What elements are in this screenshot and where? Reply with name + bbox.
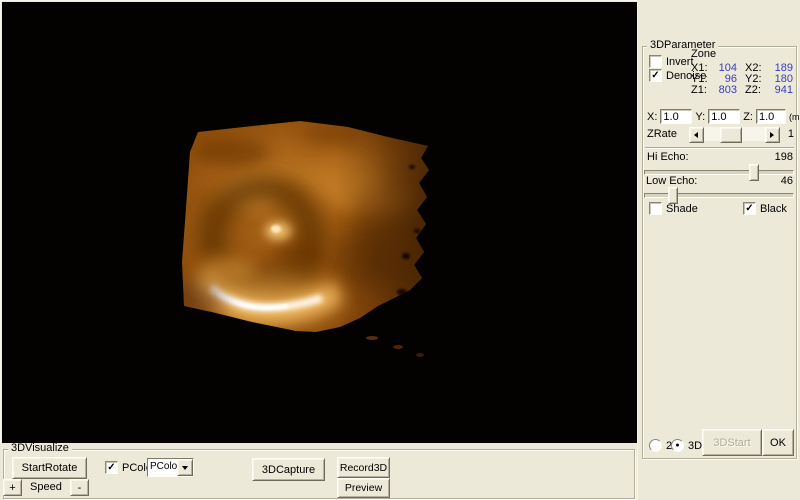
pcolor-dropdown[interactable]: PColor — [147, 458, 194, 477]
denoise-checkbox-box[interactable]: ✓ — [649, 69, 662, 82]
invert-label: Invert — [666, 56, 694, 68]
zone-values: Zone X1: 104 X2: 189 Y1: 96 Y2: 180 Z1: … — [691, 49, 793, 96]
scroll-left-button[interactable] — [689, 127, 704, 143]
shade-checkbox[interactable]: Shade — [649, 202, 698, 215]
y-scale-label: Y: — [695, 111, 705, 123]
zone-z2-label: Z2: — [737, 85, 769, 96]
hi-echo-value: 198 — [775, 151, 793, 163]
ok-button[interactable]: OK — [762, 429, 794, 456]
capture3d-button[interactable]: 3DCapture — [252, 458, 325, 481]
mode-3d-radio[interactable]: ● 3D — [671, 439, 702, 452]
zone-z1-label: Z1: — [691, 85, 717, 96]
scale-unit-label: (mm/p) — [789, 112, 800, 122]
pcolor-checkbox-box[interactable]: ✓ — [105, 461, 118, 474]
zrate-scrollbar-thumb[interactable] — [720, 127, 742, 143]
low-echo-slider[interactable] — [644, 187, 794, 203]
shade-label: Shade — [666, 203, 698, 215]
pcolor-dropdown-button[interactable] — [177, 459, 193, 476]
y-scale-input[interactable] — [708, 109, 740, 124]
speed-label: Speed — [30, 481, 62, 493]
z-scale-input[interactable] — [756, 109, 786, 124]
ultrasound-volume-render — [2, 2, 637, 443]
speed-plus-button[interactable]: + — [3, 479, 22, 496]
x-scale-input[interactable] — [660, 109, 692, 124]
parameter-groupbox: 3DParameter Invert ✓ Denoise Zone X1: 10… — [642, 46, 797, 459]
arrow-right-icon — [770, 132, 774, 138]
black-checkbox-box[interactable]: ✓ — [743, 202, 756, 215]
app-window: 3DParameter Invert ✓ Denoise Zone X1: 10… — [0, 0, 800, 500]
invert-checkbox[interactable]: Invert — [649, 55, 694, 68]
check-icon: ✓ — [107, 463, 115, 472]
zone-z2-value: 941 — [769, 85, 793, 96]
scroll-right-button[interactable] — [765, 127, 780, 143]
chevron-down-icon — [182, 466, 188, 470]
visualize-panel: 3DVisualize StartRotate + Speed - ✓ PCol… — [0, 443, 637, 500]
hi-echo-slider-thumb[interactable] — [749, 164, 759, 181]
parameter-panel: 3DParameter Invert ✓ Denoise Zone X1: 10… — [637, 0, 800, 500]
mode-3d-label: 3D — [688, 440, 702, 452]
preview-button[interactable]: Preview — [337, 478, 390, 498]
low-echo-slider-track[interactable] — [644, 193, 794, 198]
speed-minus-button[interactable]: - — [70, 479, 89, 496]
x-scale-label: X: — [647, 111, 657, 123]
mode-3d-radio-circle[interactable]: ● — [671, 439, 684, 452]
arrow-left-icon — [694, 132, 698, 138]
hi-echo-label: Hi Echo: — [647, 151, 689, 163]
record3d-button[interactable]: Record3D — [337, 457, 390, 478]
zrate-scrollbar[interactable] — [689, 127, 780, 141]
low-echo-value: 46 — [781, 175, 793, 187]
zrate-label: ZRate — [647, 128, 689, 140]
black-label: Black — [760, 203, 787, 215]
render-viewport[interactable] — [2, 2, 637, 443]
black-checkbox[interactable]: ✓ Black — [743, 202, 787, 215]
invert-checkbox-box[interactable] — [649, 55, 662, 68]
scale-inputs-row: X: Y: Z: (mm/p) — [647, 109, 800, 124]
zone-z1-value: 803 — [717, 85, 737, 96]
check-icon: ✓ — [651, 71, 659, 80]
zone-label: Zone — [691, 48, 716, 60]
start-rotate-button[interactable]: StartRotate — [12, 457, 87, 479]
pcolor-dropdown-value: PColor — [148, 459, 177, 476]
z-scale-label: Z: — [743, 111, 753, 123]
separator — [645, 147, 794, 149]
zrate-scrollbar-track[interactable] — [704, 127, 765, 141]
radio-dot-icon: ● — [675, 442, 679, 449]
start3d-button[interactable]: 3DStart — [702, 429, 762, 456]
shade-checkbox-box[interactable] — [649, 202, 662, 215]
visualize-groupbox-title: 3DVisualize — [8, 443, 72, 454]
mode-2d-radio-circle[interactable] — [649, 439, 662, 452]
low-echo-label: Low Echo: — [646, 175, 697, 187]
check-icon: ✓ — [745, 204, 753, 213]
zrate-value: 1 — [788, 128, 794, 140]
zrate-row: ZRate 1 — [647, 127, 794, 141]
